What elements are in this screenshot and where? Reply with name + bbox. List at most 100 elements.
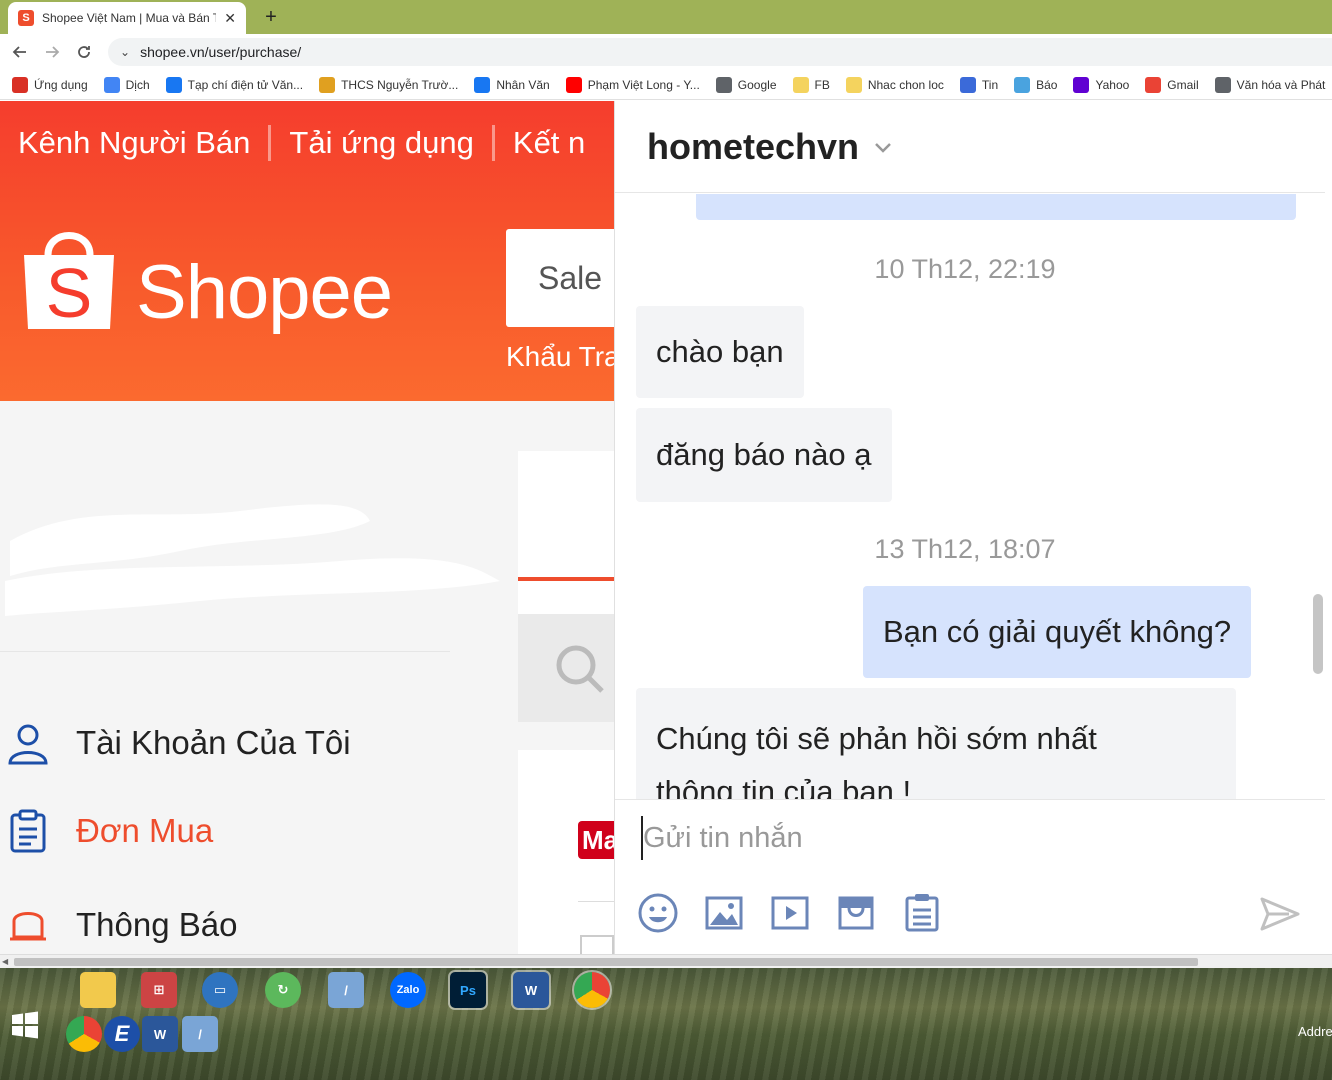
bookmark-favicon-icon (103, 76, 120, 93)
bookmark-label: THCS Nguyễn Trườ... (341, 77, 459, 92)
message-list[interactable]: 10 Th12, 22:19 chào bạn đăng báo nào ạ 1… (615, 194, 1325, 799)
order-icon[interactable] (901, 892, 943, 934)
image-icon[interactable] (703, 892, 745, 934)
reload-icon[interactable] (68, 36, 100, 68)
url-text: shopee.vn/user/purchase/ (140, 44, 302, 60)
bookmark-label: Gmail (1167, 77, 1199, 92)
nav-seller-channel[interactable]: Kênh Người Bán (18, 125, 250, 161)
address-toolbar-label[interactable]: Addre (1298, 1024, 1332, 1039)
message-input[interactable] (641, 816, 1301, 860)
message-line: Chúng tôi sẽ phản hồi sớm nhất (656, 721, 1097, 756)
bookmark-item[interactable]: FB (792, 76, 830, 93)
chevron-down-icon[interactable] (873, 137, 893, 157)
bookmark-item[interactable]: Phạm Việt Long - Y... (565, 76, 700, 93)
bookmark-label: Yahoo (1095, 77, 1130, 92)
back-arrow-icon[interactable] (4, 36, 36, 68)
new-tab-plus-icon[interactable]: + (260, 4, 282, 30)
chrome-icon[interactable] (572, 970, 612, 1010)
shopee-logo-text[interactable]: Shopee (136, 249, 393, 336)
clipboard-icon (10, 809, 46, 853)
message-bubble-outgoing: Bạn có giải quyết không? (863, 586, 1252, 678)
tab-shopee[interactable]: S Shopee Việt Nam | Mua và Bán Tr ✕ (8, 2, 246, 34)
bookmark-favicon-icon (1214, 76, 1231, 93)
zalo-icon[interactable]: Zalo (390, 972, 426, 1008)
chat-scrollbar[interactable] (1313, 594, 1323, 674)
shopee-favicon-icon: S (18, 10, 34, 26)
chrome-quick-icon[interactable] (66, 1016, 102, 1052)
bookmark-item[interactable]: Nhân Văn (474, 76, 550, 93)
message-bubble-incoming: Chúng tôi sẽ phản hồi sớm nhất thông tin… (636, 688, 1236, 799)
sidebar-item-orders[interactable]: Đơn Mua (6, 809, 213, 853)
sidebar-item-my-account[interactable]: Tài Khoản Của Tôi (6, 721, 351, 765)
message-line: thông tin của bạn ! (656, 774, 912, 799)
photoshop-icon[interactable]: Ps (448, 970, 488, 1010)
mall-badge: Ma (578, 821, 614, 859)
remote-desktop-icon[interactable]: ▭ (202, 972, 238, 1008)
bookmark-item[interactable]: Báo (1014, 76, 1057, 93)
bell-icon (10, 912, 46, 941)
bookmark-favicon-icon (12, 76, 28, 93)
shopee-header: Kênh Người Bán Tải ứng dụng Kết n S Shop… (0, 101, 614, 401)
windows-taskbar: ⊞ ▭ ↻ / Zalo Ps W E W / Addre (0, 968, 1332, 1080)
message-timestamp: 13 Th12, 18:07 (874, 534, 1056, 564)
scanner-icon[interactable]: / (328, 972, 364, 1008)
bookmark-label: Tin (981, 77, 999, 92)
bookmark-item[interactable]: Tin (959, 76, 999, 93)
bookmark-favicon-icon (1145, 76, 1162, 93)
chat-panel: hometechvn 10 Th12, 22:19 chào bạn đăng … (614, 101, 1332, 954)
chat-shop-name[interactable]: hometechvn (647, 126, 859, 168)
bookmark-item[interactable]: Gmail (1145, 76, 1199, 93)
search-input[interactable]: Sale (506, 229, 614, 327)
bookmark-item[interactable]: Văn hóa và Phát (1214, 76, 1325, 93)
chevron-down-icon[interactable]: ⌄ (120, 45, 130, 59)
word-quick-icon[interactable]: W (142, 1016, 178, 1052)
bookmark-favicon-icon (845, 76, 862, 93)
sidebar-item-label: Tài Khoản Của Tôi (76, 724, 351, 761)
send-icon[interactable] (1259, 896, 1301, 932)
bookmark-label: Nhac chon loc (867, 77, 944, 92)
sidebar-item-label: Đơn Mua (76, 812, 214, 849)
windows-start-icon[interactable] (10, 1010, 40, 1040)
bookmark-favicon-icon (792, 76, 809, 93)
word-icon[interactable]: W (511, 970, 551, 1010)
order-divider (578, 901, 614, 902)
bookmark-favicon-icon (959, 76, 976, 93)
bookmark-item[interactable]: Nhac chon loc (845, 76, 944, 93)
active-tab-underline (518, 577, 614, 581)
message-bubble-incoming: chào bạn (636, 306, 804, 398)
bookmark-label: Phạm Việt Long - Y... (587, 77, 700, 92)
bookmark-favicon-icon (1014, 76, 1031, 93)
cloud-sync-icon[interactable]: ↻ (265, 972, 301, 1008)
top-nav: Kênh Người Bán Tải ứng dụng Kết n (18, 125, 585, 161)
bookmark-label: Google (737, 77, 777, 92)
bookmark-item[interactable]: Ứng dụng (12, 76, 88, 93)
bookmark-item[interactable]: Dịch (103, 76, 150, 93)
scrollbar-thumb[interactable] (14, 958, 1198, 966)
network-icon[interactable]: ⊞ (141, 972, 177, 1008)
search-icon[interactable] (552, 641, 606, 695)
emoji-icon[interactable] (637, 892, 679, 934)
bookmark-item[interactable]: THCS Nguyễn Trườ... (319, 76, 459, 93)
bookmark-item[interactable]: Google (715, 76, 777, 93)
nav-connect[interactable]: Kết n (513, 125, 585, 161)
file-explorer-icon[interactable] (80, 972, 116, 1008)
forward-arrow-icon[interactable] (36, 36, 68, 68)
bookmark-favicon-icon (165, 76, 182, 93)
address-bar[interactable]: ⌄ shopee.vn/user/purchase/ (108, 38, 1332, 66)
page-horizontal-scrollbar[interactable]: ◀ (0, 954, 1332, 968)
shopee-bag-logo-icon[interactable]: S (20, 225, 118, 335)
bookmark-item[interactable]: Tạp chí điện tử Văn... (165, 76, 303, 93)
message-bubble-incoming: đăng báo nào ạ (636, 408, 892, 502)
bookmark-item[interactable]: Yahoo (1073, 76, 1130, 93)
shop-icon[interactable] (835, 892, 877, 934)
sidebar-divider (0, 651, 450, 652)
scanner-quick-icon[interactable]: / (182, 1016, 218, 1052)
nav-download-app[interactable]: Tải ứng dụng (289, 125, 474, 161)
close-icon[interactable]: ✕ (224, 10, 236, 27)
scroll-left-arrow-icon[interactable]: ◀ (2, 957, 8, 966)
chat-header[interactable]: hometechvn (615, 101, 1325, 193)
sidebar-item-notifications[interactable]: Thông Báo (6, 903, 237, 947)
search-suggestion-link[interactable]: Khẩu Tra (506, 341, 614, 373)
dictionary-e-icon[interactable]: E (104, 1016, 140, 1052)
video-icon[interactable] (769, 892, 811, 934)
